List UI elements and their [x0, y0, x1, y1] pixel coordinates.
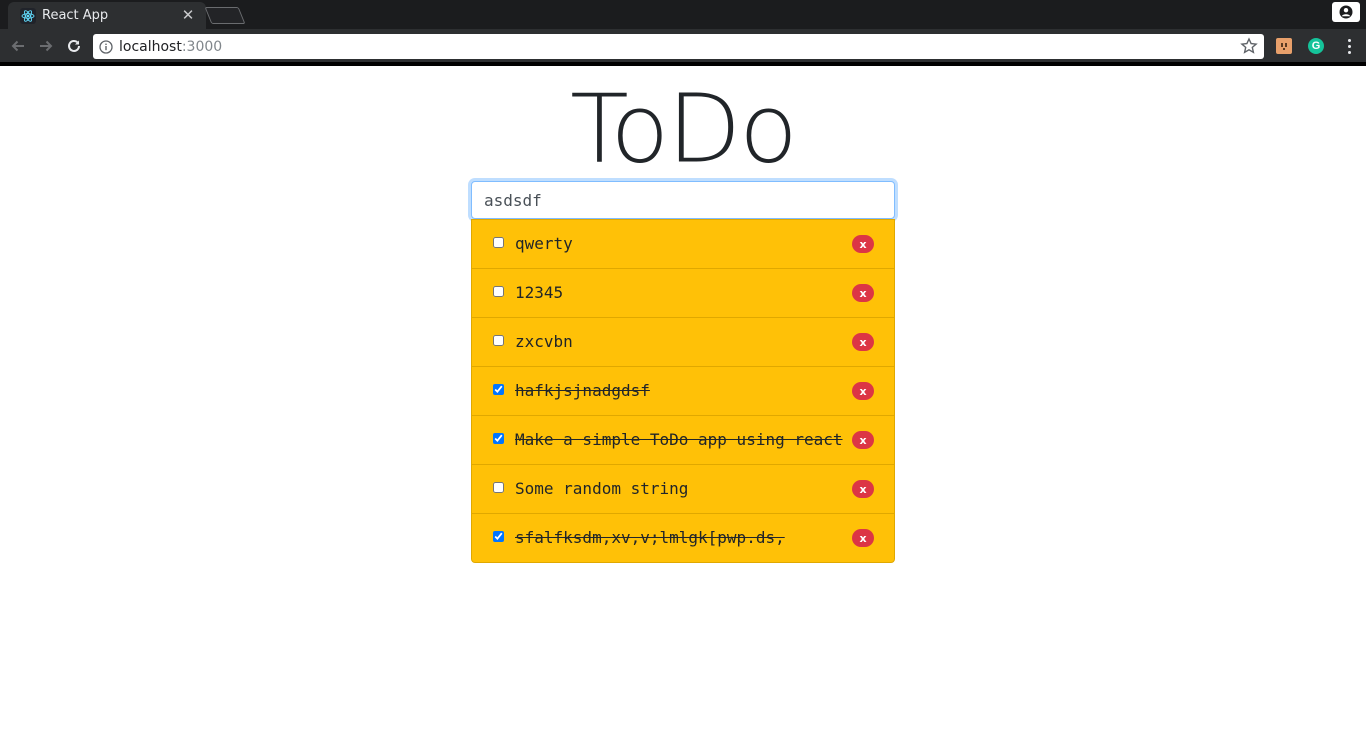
grammarly-icon[interactable]: G — [1308, 38, 1324, 54]
todo-checkbox[interactable] — [493, 531, 504, 542]
tab-title: React App — [42, 8, 109, 23]
todo-text: zxcvbn — [515, 332, 573, 351]
browser-tabstrip: React App ✕ — [0, 0, 1366, 29]
page-title: ToDo — [570, 74, 798, 184]
todo-item: Make a simple ToDo app using react x — [472, 416, 894, 465]
todo-text: hafkjsjnadgdsf — [515, 381, 650, 400]
delete-button[interactable]: x — [852, 529, 874, 547]
todo-item: sfalfksdm,xv,v;lmlgk[pwp.ds, x — [472, 514, 894, 562]
delete-button[interactable]: x — [852, 382, 874, 400]
delete-button[interactable]: x — [852, 235, 874, 253]
extension-icon[interactable] — [1276, 38, 1292, 54]
delete-button[interactable]: x — [852, 333, 874, 351]
url-port: :3000 — [181, 38, 223, 55]
todo-item: Some random string x — [472, 465, 894, 514]
delete-button[interactable]: x — [852, 480, 874, 498]
back-arrow-icon[interactable] — [7, 35, 29, 57]
todo-checkbox[interactable] — [493, 384, 504, 395]
todo-checkbox[interactable] — [493, 482, 504, 493]
todo-checkbox[interactable] — [493, 286, 504, 297]
todo-checkbox[interactable] — [493, 237, 504, 248]
new-todo-input[interactable] — [471, 181, 895, 219]
react-logo-icon — [20, 7, 36, 24]
todo-item: zxcvbn x — [472, 318, 894, 367]
address-bar[interactable]: localhost:3000 — [93, 34, 1264, 59]
delete-button[interactable]: x — [852, 431, 874, 449]
browser-toolbar: localhost:3000 G — [0, 29, 1366, 62]
todo-checkbox[interactable] — [493, 433, 504, 444]
bookmark-star-icon[interactable] — [1240, 37, 1258, 55]
todo-text: sfalfksdm,xv,v;lmlgk[pwp.ds, — [515, 528, 785, 547]
todo-item: 12345 x — [472, 269, 894, 318]
todo-item: hafkjsjnadgdsf x — [472, 367, 894, 416]
todo-text: qwerty — [515, 234, 573, 253]
profile-icon[interactable] — [1332, 2, 1360, 22]
todo-text: Make a simple ToDo app using react — [515, 430, 843, 449]
todo-checkbox[interactable] — [493, 335, 504, 346]
url-host: localhost — [119, 38, 182, 55]
tab-close-icon[interactable]: ✕ — [180, 7, 196, 24]
browser-tab[interactable]: React App ✕ — [8, 2, 206, 29]
todo-text: 12345 — [515, 283, 564, 302]
toolbar-divider — [0, 62, 1366, 66]
todo-text: Some random string — [515, 479, 689, 498]
new-tab-button[interactable] — [204, 7, 246, 24]
delete-button[interactable]: x — [852, 284, 874, 302]
info-icon[interactable] — [99, 39, 113, 54]
todo-item: qwerty x — [472, 220, 894, 269]
forward-arrow-icon[interactable] — [35, 35, 57, 57]
todo-list: qwerty x 12345 x zxcvbn x hafkjsjnadgdsf x Make … — [471, 219, 895, 563]
browser-menu-icon[interactable] — [1340, 37, 1358, 55]
reload-icon[interactable] — [63, 35, 85, 57]
